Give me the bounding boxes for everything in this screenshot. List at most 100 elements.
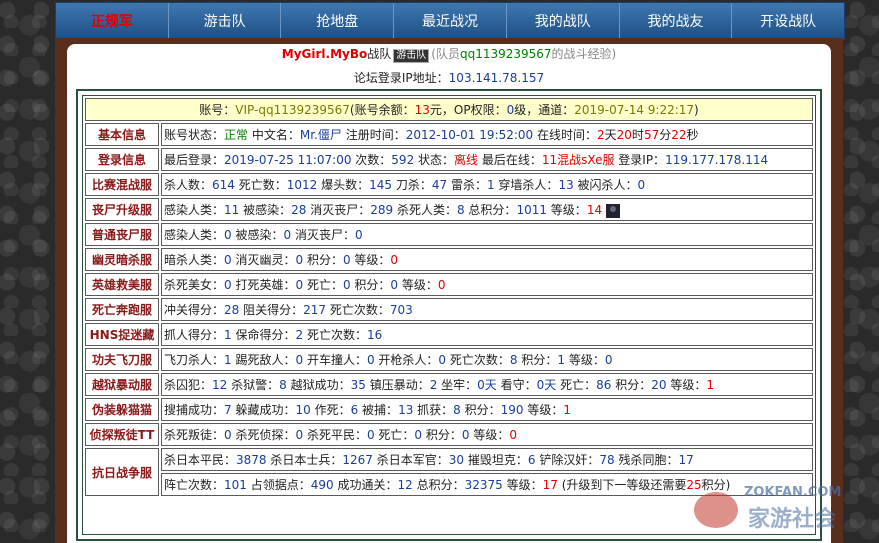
stat-text: 杀死平民： [303, 428, 367, 442]
member-name: qq1139239567 [459, 47, 552, 61]
stat-text: 杀死人类： [393, 203, 457, 217]
server-label[interactable]: 侦探叛徒TT [85, 423, 159, 446]
stat-text: 抓获： [413, 403, 454, 417]
stat-text: 镇压暴动： [365, 378, 430, 392]
channel-label: 级，通道： [514, 103, 575, 117]
team-name[interactable]: MyGirl.MyBo [282, 47, 367, 61]
stat-text: 积分： [460, 403, 501, 417]
server-label[interactable]: 伪装躲猫猫 [85, 398, 159, 421]
stat-text: 被感染： [239, 203, 292, 217]
stats-inner-frame: 账号：VIP-qq1139239567(账号余额：13元，OP权限：0级，通道：… [82, 95, 816, 535]
stat-text: 抓人得分： [164, 328, 225, 342]
stat-text: 积分： [422, 428, 462, 442]
server-row: 伪装躲猫猫 搜捕成功：7 躲藏成功：10 作死：6 被捕：13 抓获：8 积分：1… [85, 398, 813, 421]
stat-text: 搜捕成功： [164, 403, 225, 417]
stat-text: 秒 [686, 128, 699, 142]
stat-text: 总积分： [412, 478, 465, 492]
stat-text: 开枪杀人： [374, 353, 439, 367]
main-panel: MyGirl.MyBo战队 游击队 (队员qq1139239567的战斗经验) 论坛… [67, 44, 831, 543]
server-row: HNS捉迷藏 抓人得分：1 保命得分：2 死亡次数：16 [85, 323, 813, 346]
server-label[interactable]: 死亡奔跑服 [85, 298, 159, 321]
stat-text: 最后在线： [478, 153, 542, 167]
nav-item-2[interactable]: 抢地盘 [281, 3, 395, 39]
stat-text: 等级： [523, 403, 564, 417]
stat-text: 190 [500, 403, 524, 417]
stat-text: 次数： [351, 153, 392, 167]
nav-item-5[interactable]: 我的战友 [620, 3, 733, 39]
stat-text: 穿墙杀人： [494, 178, 559, 192]
stat-text: 703 [389, 303, 413, 317]
server-label[interactable]: 抗日战争服 [85, 448, 159, 496]
server-label[interactable]: 普通丧尸服 [85, 223, 159, 246]
stat-text: 289 [370, 203, 394, 217]
stat-text: 摧毁坦克： [464, 453, 528, 467]
stat-text: 11混战sXe服 [541, 153, 615, 167]
stat-text: 0 [637, 178, 646, 192]
server-stats: 杀死叛徒：0 杀死侦探：0 杀死平民：0 死亡：0 积分：0 等级：0 [161, 423, 813, 446]
stat-text: 0 [354, 228, 363, 242]
member-prefix: (队员 [431, 47, 460, 61]
server-stats: 感染人类：0 被感染：0 消灭丧尸：0 [161, 223, 813, 246]
stat-text: 20 [651, 378, 667, 392]
stat-text: 总积分： [464, 203, 517, 217]
server-label[interactable]: 英雄救美服 [85, 273, 159, 296]
server-stats: 最后登录：2019-07-25 11:07:00 次数：592 状态：离线 最后… [161, 148, 813, 171]
nav-item-4[interactable]: 我的战队 [507, 3, 620, 39]
stat-text: 1 [486, 178, 495, 192]
stat-text: 感染人类： [164, 228, 225, 242]
server-label[interactable]: 基本信息 [85, 123, 159, 146]
stat-text: 8 [509, 353, 518, 367]
account-cell: 账号：VIP-qq1139239567(账号余额：13元，OP权限：0级，通道：… [85, 98, 813, 121]
server-label[interactable]: 功夫飞刀服 [85, 348, 159, 371]
nav-item-0[interactable]: 正规军 [56, 3, 169, 39]
stat-text: 残杀同胞： [614, 453, 679, 467]
stat-text: 1011 [516, 203, 547, 217]
stat-text: 杀日本军官： [372, 453, 449, 467]
war-server-row: 抗日战争服 杀日本平民：3878 杀日本士兵：1267 杀日本军官：30 摧毁坦克… [85, 448, 813, 496]
server-label[interactable]: 比赛混战服 [85, 173, 159, 196]
stat-text: 10 [295, 403, 311, 417]
nav-item-1[interactable]: 游击队 [169, 3, 282, 39]
stat-text: 28 [224, 303, 240, 317]
stat-text: 阵亡次数： [164, 478, 225, 492]
balance-label: (账号余额： [349, 103, 415, 117]
account-close: ) [694, 103, 699, 117]
account-id: VIP-qq1139239567 [235, 103, 350, 117]
team-suffix: 战队 [367, 47, 392, 61]
stat-text: 22 [671, 128, 687, 142]
stat-text: 积分： [517, 353, 558, 367]
stat-text: 分 [659, 128, 672, 142]
stat-text: 阻关得分： [239, 303, 304, 317]
server-label[interactable]: 登录信息 [85, 148, 159, 171]
stat-text: 死亡次数： [303, 328, 367, 342]
server-label[interactable]: 幽灵暗杀服 [85, 248, 159, 271]
stat-text: (升级到下一等级还需要 [557, 478, 687, 492]
stat-text: 等级： [565, 353, 605, 367]
stat-text: 占领据点： [246, 478, 311, 492]
stat-text: 0 [295, 253, 304, 267]
nav-item-3[interactable]: 最近战况 [394, 3, 507, 39]
stats-table: 账号：VIP-qq1139239567(账号余额：13元，OP权限：0级，通道：… [83, 96, 815, 498]
server-label[interactable]: HNS捉迷藏 [85, 323, 159, 346]
stat-text: 成功通关： [333, 478, 398, 492]
site-watermark: ZOKFAN.COM 家游社会 [694, 485, 841, 532]
nav-item-6[interactable]: 开设战队 [732, 3, 844, 39]
stat-text: 13 [558, 178, 574, 192]
stat-text: 杀人数： [164, 178, 213, 192]
stat-text: 0 [342, 278, 351, 292]
stat-text: 12 [397, 478, 413, 492]
stat-text: 死亡： [374, 428, 415, 442]
stat-text: 8 [453, 403, 461, 417]
stat-text: 等级： [350, 253, 391, 267]
stat-text: 杀囚犯： [164, 378, 213, 392]
stat-text: 12 [212, 378, 228, 392]
stat-text: 保命得分： [231, 328, 296, 342]
server-label[interactable]: 越狱暴动服 [85, 373, 159, 396]
stat-text: 6 [527, 453, 536, 467]
stat-text: 注册时间： [341, 128, 406, 142]
stat-text: 0 [295, 278, 304, 292]
server-label[interactable]: 丧尸升级服 [85, 198, 159, 221]
server-stats: 暗杀人类：0 消灭幽灵：0 积分：0 等级：0 [161, 248, 813, 271]
stat-text: 0 [461, 428, 470, 442]
stat-text: 杀日本士兵： [266, 453, 343, 467]
